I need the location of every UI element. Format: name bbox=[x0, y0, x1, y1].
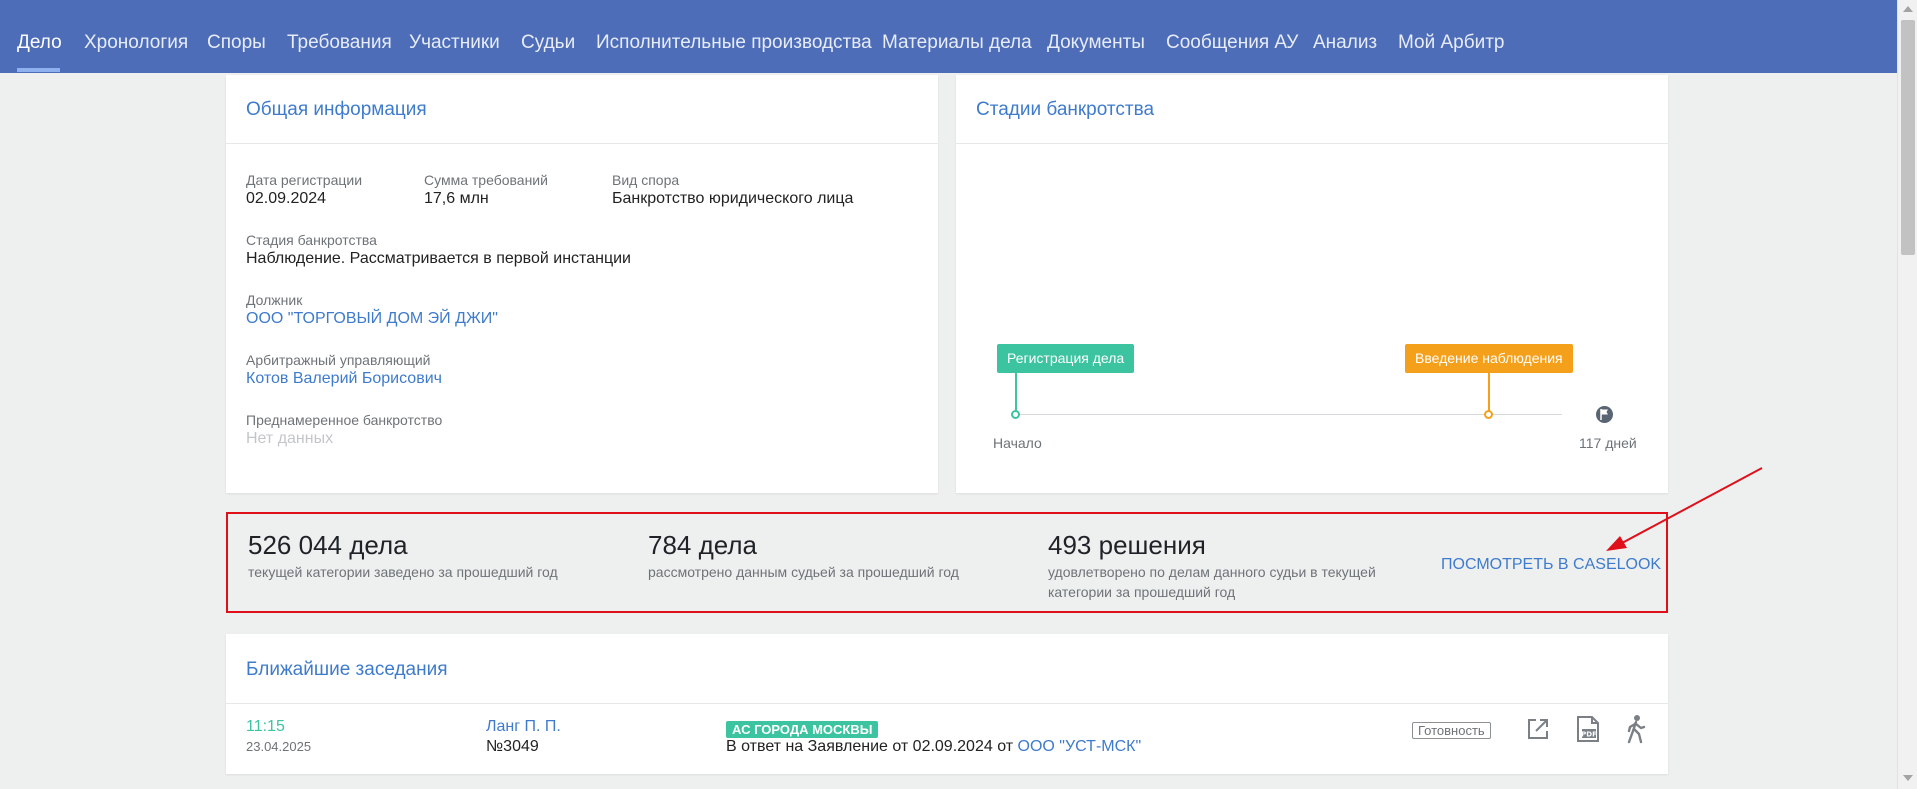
manager-label: Арбитражный управляющий bbox=[246, 352, 431, 368]
tab-claims[interactable]: Требования bbox=[287, 32, 392, 54]
debtor-label: Должник bbox=[246, 292, 303, 308]
courtroom-number: №3049 bbox=[486, 738, 539, 755]
stage-value: Наблюдение. Рассматривается в первой инс… bbox=[246, 250, 631, 267]
top-navigation: Дело Хронология Споры Требования Участни… bbox=[0, 0, 1897, 73]
stat-decisions-desc: удовлетворено по делам данного судьи в т… bbox=[1048, 564, 1376, 600]
stage-label: Стадия банкротства bbox=[246, 232, 377, 248]
tab-judges[interactable]: Судьи bbox=[521, 32, 575, 54]
caselook-stats-block: 526 044 дела текущей категории заведено … bbox=[226, 512, 1668, 613]
divider bbox=[956, 143, 1668, 144]
timeline-stem bbox=[1015, 373, 1017, 411]
timeline-axis bbox=[1014, 414, 1562, 415]
tab-analysis[interactable]: Анализ bbox=[1313, 32, 1377, 54]
tab-my-arbitr[interactable]: Мой Арбитр bbox=[1398, 32, 1505, 54]
flag-icon bbox=[1596, 406, 1613, 423]
stat-cases-category: 526 044 дела bbox=[248, 530, 408, 560]
court-badge: АС ГОРОДА МОСКВЫ bbox=[726, 721, 879, 738]
debtor-link[interactable]: ООО "ТОРГОВЫЙ ДОМ ЭЙ ДЖИ" bbox=[246, 310, 498, 328]
tab-disputes[interactable]: Споры bbox=[207, 32, 266, 54]
external-link-icon[interactable] bbox=[1526, 717, 1550, 741]
judge-link[interactable]: Ланг П. П. bbox=[486, 718, 561, 736]
timeline-stem bbox=[1488, 373, 1490, 411]
upcoming-hearings-card: Ближайшие заседания 11:15 23.04.2025 Лан… bbox=[226, 634, 1668, 774]
dispute-type-label: Вид спора bbox=[612, 172, 680, 188]
card-title: Общая информация bbox=[246, 99, 427, 120]
registration-date-label: Дата регистрации bbox=[246, 172, 363, 188]
claims-sum-value: 17,6 млн bbox=[424, 190, 489, 207]
stat-cases-judge: 784 дела bbox=[648, 530, 758, 560]
stat-decisions: 493 решения bbox=[1048, 530, 1206, 560]
divider bbox=[226, 143, 938, 144]
timeline-start-label: Начало bbox=[993, 435, 1042, 451]
tab-case-materials[interactable]: Материалы дела bbox=[882, 32, 1032, 54]
active-tab-indicator bbox=[17, 68, 60, 72]
walking-person-icon[interactable] bbox=[1626, 714, 1646, 744]
hearing-description: В ответ на Заявление от 02.09.2024 от ОО… bbox=[726, 738, 1141, 756]
general-info-card: Общая информация Дата регистрации 02.09.… bbox=[226, 75, 938, 493]
bankruptcy-stages-card: Стадии банкротства Регистрация дела Введ… bbox=[956, 75, 1668, 493]
timeline-dot bbox=[1011, 410, 1020, 419]
stat-cases-category-desc: текущей категории заведено за прошедший … bbox=[248, 564, 558, 580]
tab-participants[interactable]: Участники bbox=[409, 32, 500, 54]
tab-documents[interactable]: Документы bbox=[1047, 32, 1145, 54]
svg-text:PDF: PDF bbox=[1581, 731, 1597, 739]
tab-enforcement[interactable]: Исполнительные производства bbox=[596, 32, 872, 54]
tab-chronology[interactable]: Хронология bbox=[84, 32, 188, 54]
hearing-time: 11:15 bbox=[246, 718, 285, 735]
timeline-end-label: 117 дней bbox=[1579, 435, 1637, 451]
tab-case[interactable]: Дело bbox=[17, 32, 62, 54]
hearing-description-text: В ответ на Заявление от 02.09.2024 от bbox=[726, 738, 1018, 755]
card-title: Ближайшие заседания bbox=[246, 659, 448, 680]
scrollbar-thumb[interactable] bbox=[1901, 20, 1915, 255]
deliberate-bankruptcy-value: Нет данных bbox=[246, 430, 334, 447]
scroll-up-arrow-icon[interactable] bbox=[1903, 6, 1913, 12]
registration-date-value: 02.09.2024 bbox=[246, 190, 327, 207]
deliberate-bankruptcy-label: Преднамеренное банкротство bbox=[246, 412, 443, 428]
readiness-button[interactable]: Готовность bbox=[1412, 722, 1491, 739]
pdf-icon[interactable]: PDF bbox=[1575, 715, 1601, 743]
hearing-date: 23.04.2025 bbox=[246, 739, 312, 754]
stat-cases-judge-desc: рассмотрено данным судьей за прошедший г… bbox=[648, 564, 959, 580]
manager-link[interactable]: Котов Валерий Борисович bbox=[246, 370, 442, 388]
dispute-type-value: Банкротство юридического лица bbox=[612, 190, 854, 207]
tab-au-messages[interactable]: Сообщения АУ bbox=[1166, 32, 1298, 54]
timeline-event-registration[interactable]: Регистрация дела bbox=[997, 344, 1135, 373]
party-link[interactable]: ООО "УСТ-МСК" bbox=[1018, 738, 1142, 755]
card-title: Стадии банкротства bbox=[976, 99, 1155, 120]
divider bbox=[226, 703, 1668, 704]
timeline-dot bbox=[1484, 410, 1493, 419]
page-scrollbar[interactable] bbox=[1897, 0, 1917, 789]
scroll-down-arrow-icon[interactable] bbox=[1903, 775, 1913, 781]
view-in-caselook-link[interactable]: ПОСМОТРЕТЬ В CASELOOK bbox=[1441, 556, 1661, 574]
timeline-event-observation[interactable]: Введение наблюдения bbox=[1405, 344, 1573, 373]
claims-sum-label: Сумма требований bbox=[424, 172, 548, 188]
